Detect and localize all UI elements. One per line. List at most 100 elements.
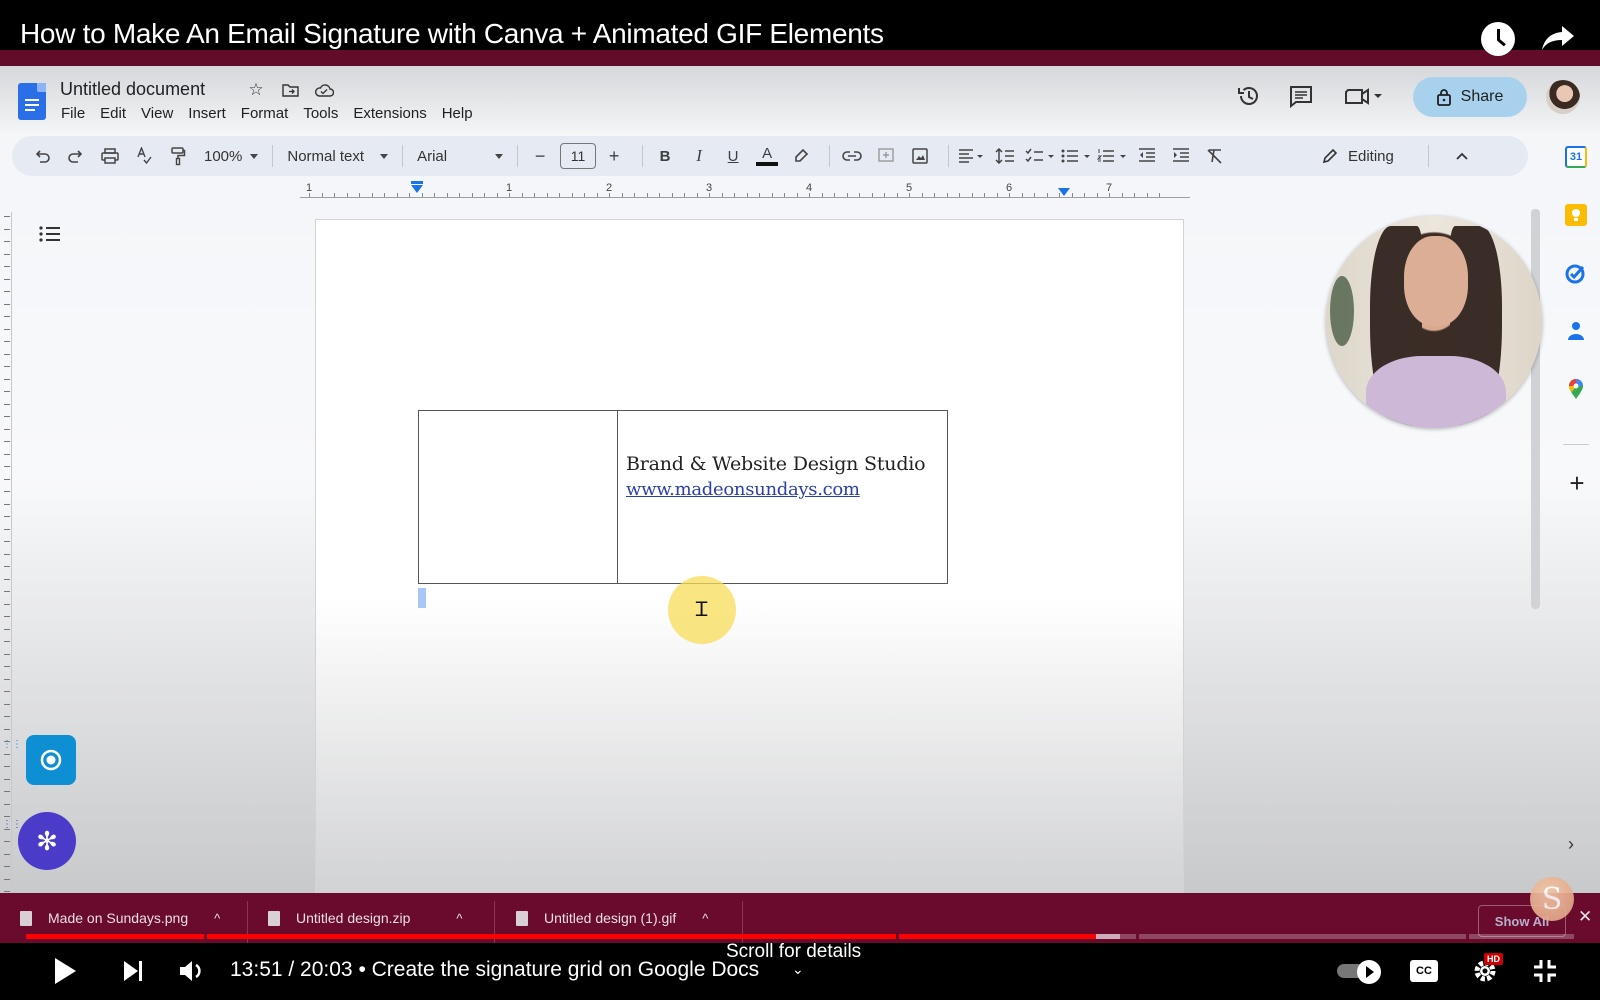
paint-format-icon[interactable] — [164, 142, 192, 170]
ruler-tick — [1009, 193, 1010, 197]
paragraph-style-select[interactable]: Normal text — [281, 142, 394, 170]
decrease-font-size-button[interactable]: − — [526, 142, 554, 170]
bold-button[interactable]: B — [651, 142, 679, 170]
zip-file-icon — [268, 910, 280, 926]
underline-button[interactable]: U — [719, 142, 747, 170]
cloud-saved-icon[interactable] — [314, 80, 334, 100]
video-player[interactable]: How to Make An Email Signature with Canv… — [0, 0, 1600, 1000]
menu-format[interactable]: Format — [241, 105, 289, 122]
ruler-tick — [559, 193, 560, 197]
chevron-up-icon[interactable]: ^ — [214, 911, 220, 926]
menu-view[interactable]: View — [141, 105, 173, 122]
menu-file[interactable]: File — [61, 105, 85, 122]
player-controls: 13:51 / 20:03 • Create the signature gri… — [0, 941, 1600, 1000]
mute-button[interactable] — [176, 955, 208, 987]
signature-table[interactable]: Brand & Website Design Studio www.madeon… — [418, 410, 948, 584]
line-spacing-icon[interactable] — [991, 142, 1019, 170]
spellcheck-icon[interactable] — [130, 142, 158, 170]
editing-mode-select[interactable]: Editing — [1322, 136, 1394, 176]
left-indent-marker[interactable] — [411, 181, 423, 193]
tasks-icon[interactable] — [1565, 262, 1587, 284]
print-icon[interactable] — [96, 142, 124, 170]
clear-formatting-icon[interactable] — [1201, 142, 1229, 170]
get-add-ons-icon[interactable]: + — [1565, 470, 1589, 496]
time-and-chapter-display[interactable]: 13:51 / 20:03 • Create the signature gri… — [230, 958, 759, 982]
share-arrow-icon[interactable] — [1540, 22, 1576, 54]
chevron-up-icon[interactable]: ^ — [456, 911, 462, 926]
font-size-input[interactable]: 11 — [560, 143, 597, 169]
version-history-icon[interactable] — [1236, 84, 1262, 108]
ruler-tick — [784, 193, 785, 197]
contacts-icon[interactable] — [1565, 320, 1587, 342]
drag-handle-icon[interactable]: ⋮⋮ — [2, 740, 22, 750]
chevron-down-icon — [250, 153, 259, 159]
vertical-ruler[interactable] — [0, 212, 12, 892]
increase-font-size-button[interactable]: + — [600, 142, 628, 170]
star-icon[interactable]: ☆ — [246, 80, 266, 100]
horizontal-ruler[interactable]: 11234567 — [300, 181, 1190, 202]
signature-website-link[interactable]: www.madeonsundays.com — [626, 479, 947, 500]
document-page[interactable]: Brand & Website Design Studio www.madeon… — [315, 219, 1184, 909]
ruler-tick — [4, 603, 10, 605]
menu-tools[interactable]: Tools — [303, 105, 338, 122]
vertical-scrollbar[interactable] — [1531, 209, 1540, 609]
autoplay-toggle[interactable] — [1337, 960, 1385, 984]
scroll-for-details-hint[interactable]: Scroll for details — [726, 941, 861, 963]
collapse-menus-button[interactable] — [1448, 142, 1476, 170]
undo-icon[interactable] — [28, 142, 56, 170]
maps-icon[interactable] — [1565, 378, 1587, 400]
share-button[interactable]: Share — [1413, 77, 1527, 117]
insert-image-icon[interactable] — [906, 142, 934, 170]
show-side-panel-icon[interactable]: › — [1568, 834, 1574, 855]
signature-cell-text[interactable]: Brand & Website Design Studio www.madeon… — [618, 411, 947, 583]
comments-icon[interactable] — [1288, 84, 1314, 108]
redo-icon[interactable] — [62, 142, 90, 170]
next-video-button[interactable] — [118, 955, 148, 987]
decrease-indent-icon[interactable] — [1133, 142, 1161, 170]
zoom-select[interactable]: 100% — [198, 142, 264, 170]
extension-assistant-button[interactable]: ✻ — [18, 812, 76, 870]
increase-indent-icon[interactable] — [1167, 142, 1195, 170]
signature-cell-image[interactable] — [419, 411, 618, 583]
menu-insert[interactable]: Insert — [188, 105, 226, 122]
document-title[interactable]: Untitled document — [60, 79, 205, 100]
drag-handle-icon[interactable]: ⋮⋮ — [2, 820, 22, 830]
calendar-icon[interactable]: 31 — [1565, 146, 1587, 168]
text-color-button[interactable]: A — [753, 142, 781, 170]
screen-recorder-button[interactable] — [26, 735, 76, 785]
checklist-select[interactable] — [1025, 142, 1055, 170]
channel-watermark[interactable]: S — [1530, 877, 1574, 921]
exit-fullscreen-button[interactable] — [1530, 955, 1560, 987]
watch-later-icon[interactable] — [1481, 22, 1515, 56]
ruler-tick — [4, 541, 10, 542]
insert-link-icon[interactable] — [838, 142, 866, 170]
highlight-color-icon[interactable] — [787, 142, 815, 170]
menu-bar: File Edit View Insert Format Tools Exten… — [61, 105, 473, 122]
play-button[interactable] — [50, 955, 80, 987]
menu-edit[interactable]: Edit — [100, 105, 126, 122]
video-title[interactable]: How to Make An Email Signature with Canv… — [20, 20, 884, 48]
chevron-up-icon[interactable]: ^ — [702, 911, 708, 926]
subtitles-button[interactable]: CC — [1410, 960, 1438, 982]
italic-button[interactable]: I — [685, 142, 713, 170]
meet-icon[interactable] — [1344, 84, 1384, 108]
move-folder-icon[interactable] — [280, 80, 300, 100]
document-outline-icon[interactable] — [38, 224, 62, 244]
docs-logo-icon[interactable] — [18, 83, 46, 120]
numbered-list-select[interactable] — [1097, 142, 1127, 170]
align-select[interactable] — [957, 142, 985, 170]
keep-icon[interactable] — [1565, 204, 1587, 226]
chevron-down-icon[interactable]: ⌄ — [792, 961, 804, 978]
ruler-tick — [4, 341, 10, 342]
ruler-tick — [4, 228, 10, 230]
font-select[interactable]: Arial — [411, 142, 509, 170]
menu-extensions[interactable]: Extensions — [353, 105, 426, 122]
ruler-tick — [4, 366, 10, 367]
ruler-baseline — [300, 197, 1190, 198]
video-progress-bar[interactable] — [26, 934, 1574, 939]
menu-help[interactable]: Help — [442, 105, 473, 122]
bulleted-list-select[interactable] — [1061, 142, 1091, 170]
close-downloads-icon[interactable]: ✕ — [1578, 907, 1592, 927]
chapter-marker — [1136, 934, 1139, 939]
add-comment-icon[interactable] — [872, 142, 900, 170]
